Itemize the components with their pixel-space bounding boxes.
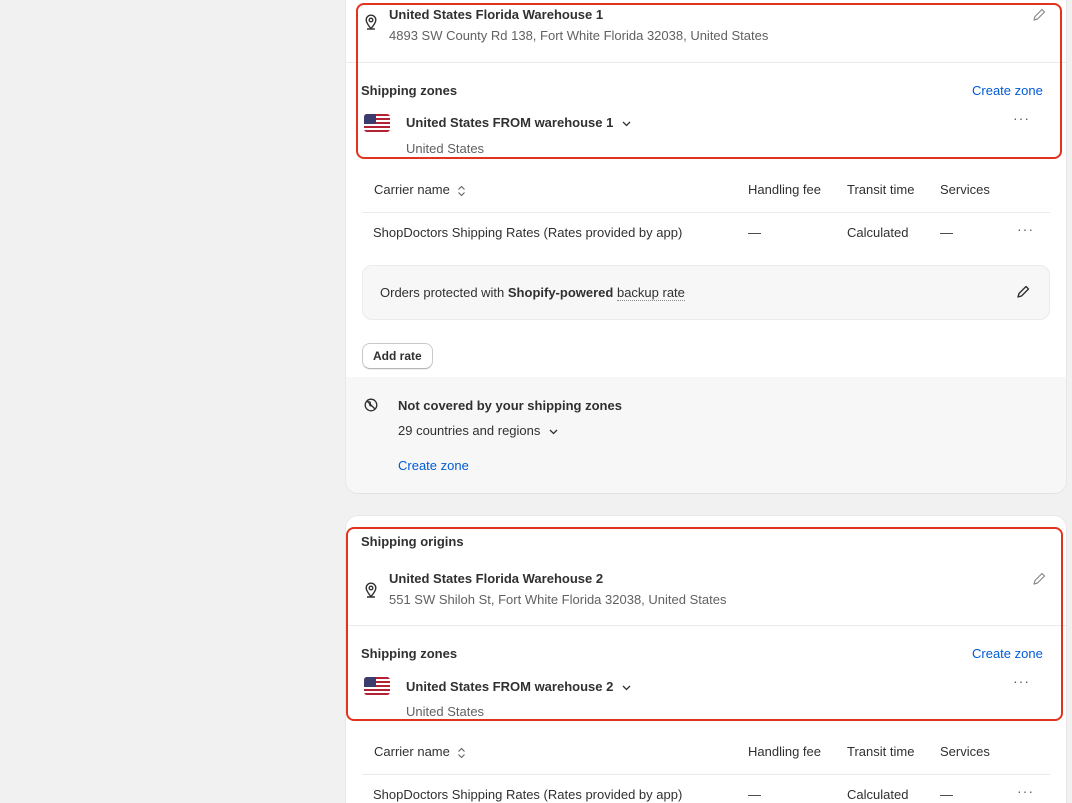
- add-rate-button[interactable]: Add rate: [362, 343, 433, 369]
- edit-origin-pencil-icon[interactable]: [1032, 8, 1046, 25]
- zone-name: United States FROM warehouse 1: [406, 115, 614, 130]
- edit-origin-pencil-icon[interactable]: [1032, 572, 1046, 589]
- location-pin-icon: [364, 14, 378, 33]
- shipping-origins-title: Shipping origins: [361, 534, 464, 549]
- backup-rate-box: Orders protected with Shopify-powered ba…: [362, 265, 1050, 320]
- handling-fee-cell: —: [748, 787, 761, 802]
- shipping-zones-title: Shipping zones: [361, 83, 458, 98]
- services-cell: —: [940, 225, 953, 240]
- us-flag-icon: [364, 114, 390, 132]
- chevron-down-icon: [622, 685, 631, 690]
- zone-country: United States: [406, 704, 485, 719]
- not-covered-create-zone-link[interactable]: Create zone: [398, 458, 469, 473]
- origin-divider: [346, 625, 1066, 626]
- create-zone-link[interactable]: Create zone: [972, 83, 1043, 98]
- rate-more-actions[interactable]: ···: [1017, 221, 1034, 237]
- services-header: Services: [940, 182, 990, 197]
- shipping-zones-title: Shipping zones: [361, 646, 458, 661]
- create-zone-link[interactable]: Create zone: [972, 646, 1043, 661]
- not-covered-title: Not covered by your shipping zones: [398, 398, 622, 413]
- globe-off-icon: [364, 398, 378, 415]
- location-pin-icon: [364, 582, 378, 601]
- not-covered-section: Not covered by your shipping zones 29 co…: [346, 377, 1066, 493]
- zone-name-button[interactable]: United States FROM warehouse 2: [406, 679, 631, 694]
- zone-name-button[interactable]: United States FROM warehouse 1: [406, 115, 631, 130]
- edit-backup-rate-pencil-icon[interactable]: [1016, 285, 1030, 302]
- carrier-name-cell: ShopDoctors Shipping Rates (Rates provid…: [373, 225, 683, 240]
- zone-country: United States: [406, 141, 485, 156]
- zone-name: United States FROM warehouse 2: [406, 679, 614, 694]
- zone-more-actions[interactable]: ···: [1013, 110, 1030, 126]
- chevron-down-icon: [549, 429, 558, 434]
- handling-fee-header: Handling fee: [748, 744, 821, 759]
- table-header-divider: [362, 212, 1050, 213]
- sort-icon: [458, 185, 466, 196]
- shipping-profile-card-2: Shipping origins United States Florida W…: [346, 516, 1066, 803]
- not-covered-count-button[interactable]: 29 countries and regions: [398, 423, 558, 438]
- origin-name: United States Florida Warehouse 2: [389, 571, 604, 586]
- shipping-settings-page: United States Florida Warehouse 1 4893 S…: [0, 0, 1072, 803]
- carrier-name-header[interactable]: Carrier name: [374, 182, 466, 197]
- handling-fee-header: Handling fee: [748, 182, 821, 197]
- origin-address: 551 SW Shiloh St, Fort White Florida 320…: [389, 592, 727, 607]
- carrier-name-cell: ShopDoctors Shipping Rates (Rates provid…: [373, 787, 683, 802]
- services-cell: —: [940, 787, 953, 802]
- sort-icon: [458, 747, 466, 758]
- carrier-name-header[interactable]: Carrier name: [374, 744, 466, 759]
- transit-time-header: Transit time: [847, 182, 915, 197]
- transit-time-cell: Calculated: [847, 225, 909, 240]
- transit-time-cell: Calculated: [847, 787, 909, 802]
- origin-name: United States Florida Warehouse 1: [389, 7, 604, 22]
- backup-rate-text: Orders protected with Shopify-powered ba…: [380, 285, 685, 301]
- backup-rate-brand: Shopify-powered: [507, 285, 614, 300]
- backup-rate-link[interactable]: backup rate: [616, 285, 685, 301]
- origin-divider: [346, 62, 1066, 63]
- origin-address: 4893 SW County Rd 138, Fort White Florid…: [389, 28, 769, 43]
- handling-fee-cell: —: [748, 225, 761, 240]
- services-header: Services: [940, 744, 990, 759]
- shipping-profile-card-1: United States Florida Warehouse 1 4893 S…: [346, 0, 1066, 493]
- chevron-down-icon: [622, 121, 631, 126]
- transit-time-header: Transit time: [847, 744, 915, 759]
- rate-more-actions[interactable]: ···: [1017, 783, 1034, 799]
- table-header-divider: [362, 774, 1050, 775]
- left-margin: [0, 0, 346, 803]
- zone-more-actions[interactable]: ···: [1013, 673, 1030, 689]
- us-flag-icon: [364, 677, 390, 695]
